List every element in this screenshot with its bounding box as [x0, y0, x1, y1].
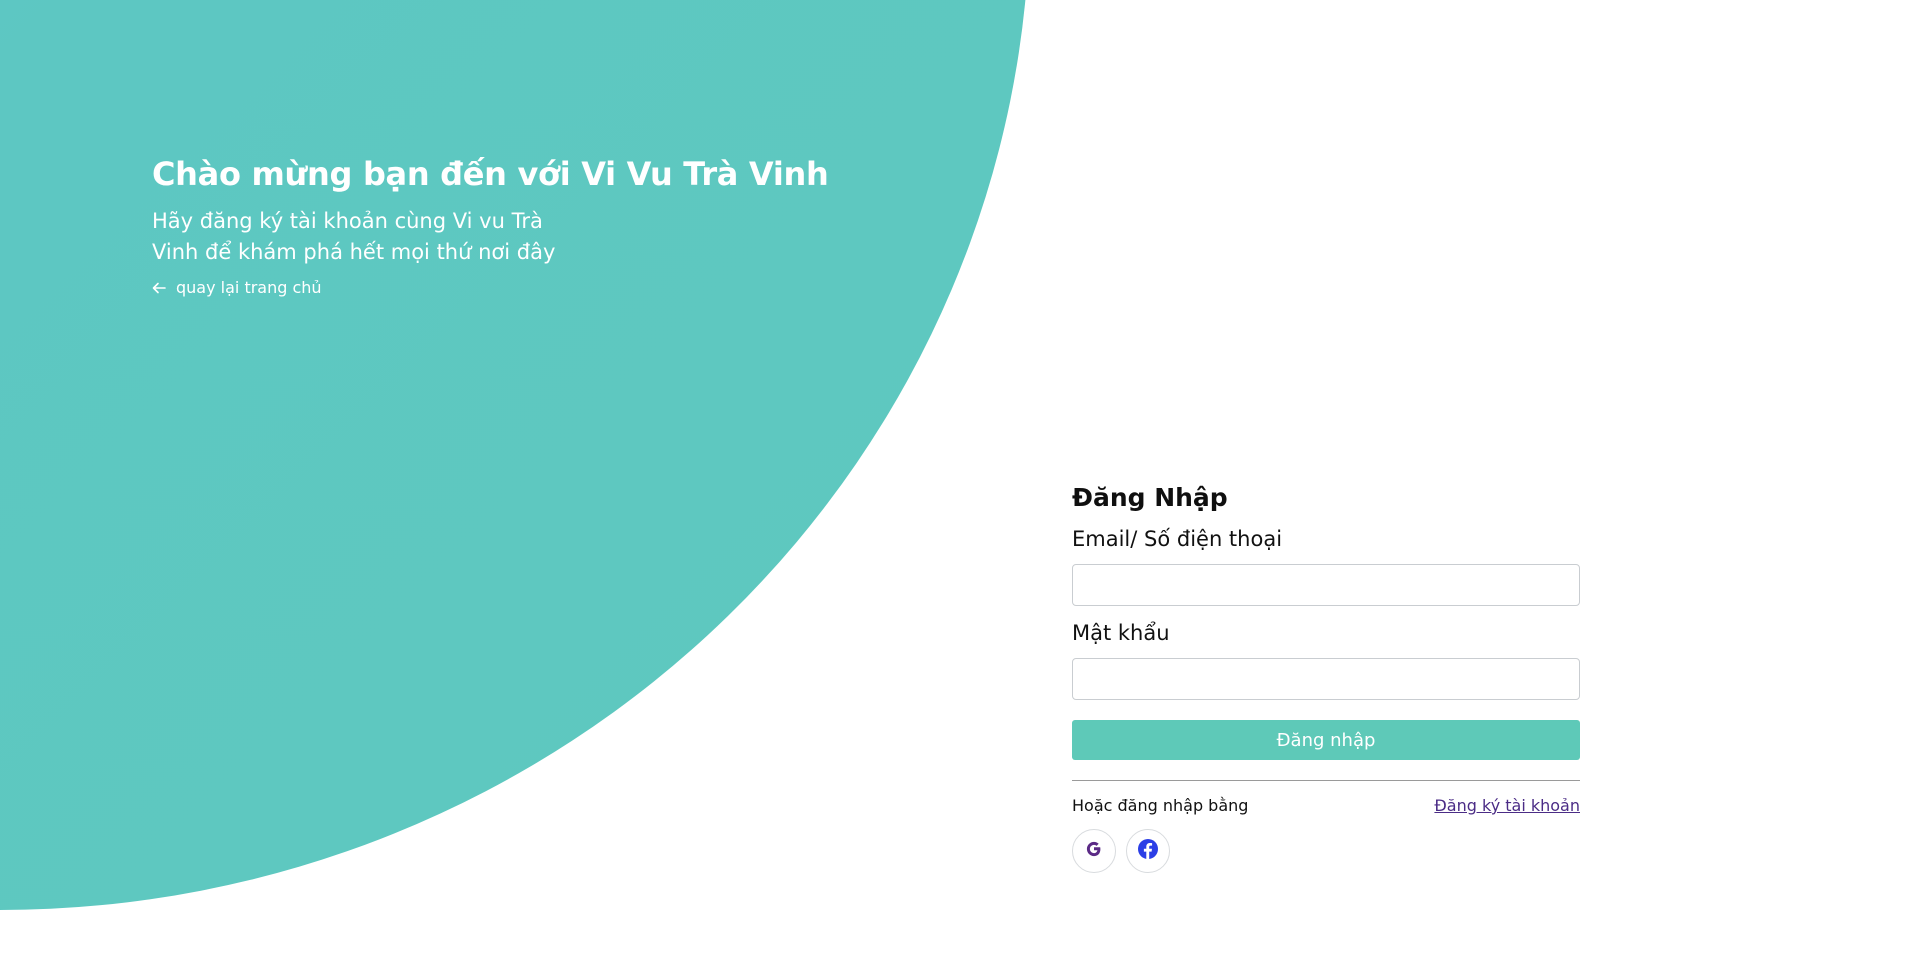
arrow-left-icon: [152, 282, 166, 294]
hero-title: Chào mừng bạn đến với Vi Vu Trà Vinh: [152, 155, 829, 193]
divider: [1072, 780, 1580, 781]
google-login-button[interactable]: [1072, 829, 1116, 873]
email-label: Email/ Số điện thoại: [1072, 527, 1283, 551]
login-title: Đăng Nhập: [1072, 483, 1228, 512]
social-login-row: [1072, 829, 1580, 873]
google-icon: [1084, 839, 1104, 863]
login-button[interactable]: Đăng nhập: [1072, 720, 1580, 760]
password-input[interactable]: [1072, 658, 1580, 700]
facebook-login-button[interactable]: [1126, 829, 1170, 873]
register-link[interactable]: Đăng ký tài khoản: [1434, 795, 1580, 817]
back-to-home-link[interactable]: quay lại trang chủ: [152, 278, 322, 297]
back-link-label: quay lại trang chủ: [176, 278, 322, 297]
login-form: Đăng Nhập Email/ Số điện thoại Mật khẩu …: [1072, 480, 1580, 873]
alt-login-text: Hoặc đăng nhập bằng: [1072, 796, 1249, 815]
alt-login-row: Hoặc đăng nhập bằng Đăng ký tài khoản: [1072, 795, 1580, 817]
hero-background-circle: [0, 0, 1030, 910]
login-page: Chào mừng bạn đến với Vi Vu Trà Vinh Hãy…: [0, 0, 1920, 978]
hero-subtitle: Hãy đăng ký tài khoản cùng Vi vu Trà Vin…: [152, 209, 556, 264]
password-label: Mật khẩu: [1072, 621, 1170, 645]
facebook-icon: [1137, 838, 1159, 864]
hero-content: Chào mừng bạn đến với Vi Vu Trà Vinh Hãy…: [152, 152, 872, 298]
email-input[interactable]: [1072, 564, 1580, 606]
